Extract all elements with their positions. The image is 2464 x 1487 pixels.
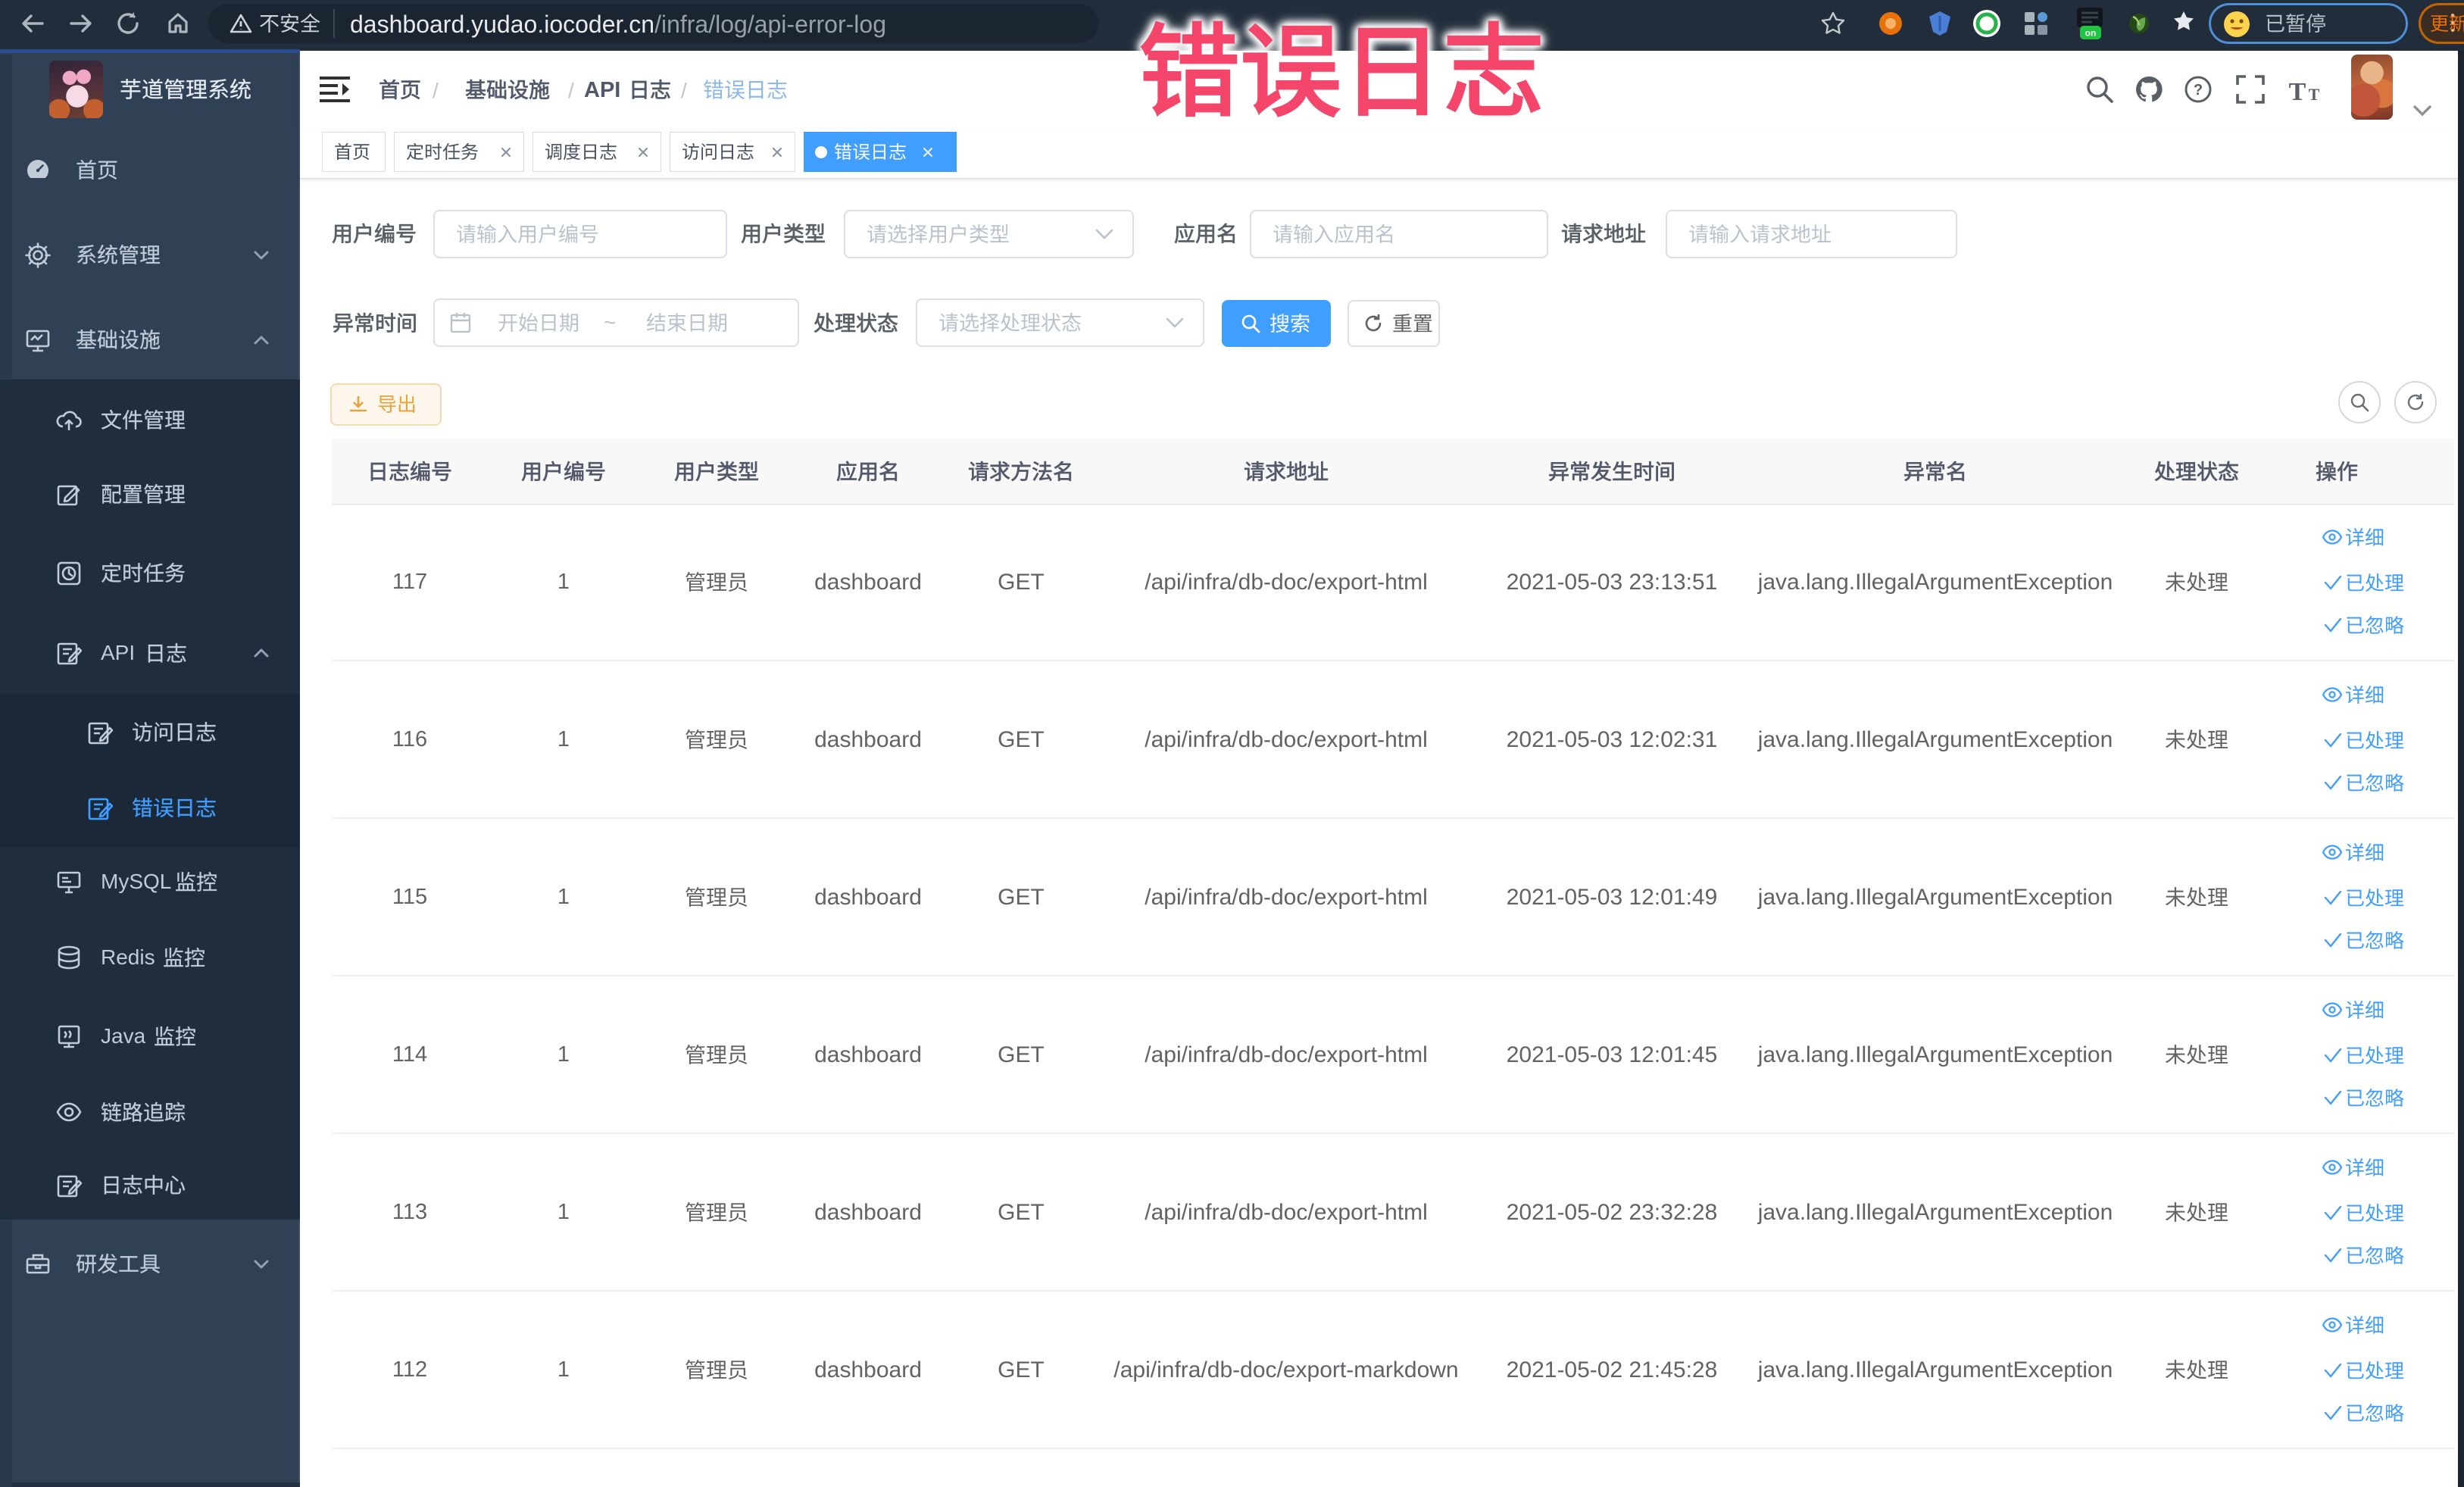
svg-text:?: ? <box>2194 82 2203 98</box>
svg-text:T: T <box>2309 85 2320 104</box>
svg-text:T: T <box>2289 78 2306 106</box>
svg-text:on: on <box>2085 28 2097 39</box>
